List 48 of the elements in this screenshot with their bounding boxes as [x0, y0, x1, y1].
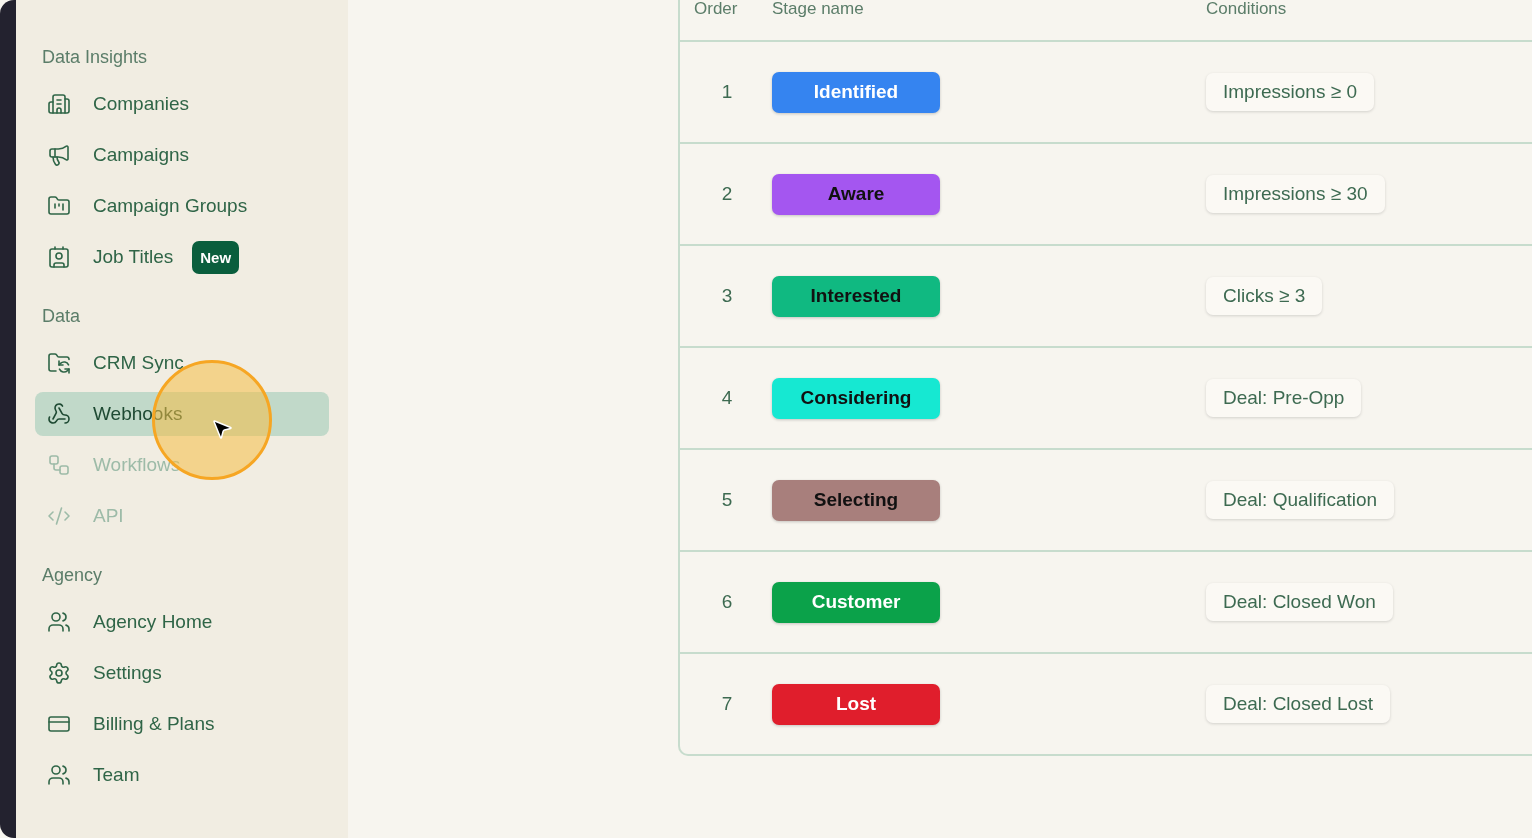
condition-chip: Deal: Qualification — [1206, 481, 1395, 519]
users-icon — [47, 610, 71, 634]
condition-chip: Impressions ≥ 30 — [1206, 175, 1385, 213]
stage-tag: Selecting — [772, 479, 940, 521]
section-heading: Agency — [41, 564, 104, 587]
sidebar-item[interactable]: Campaigns — [35, 133, 329, 177]
stage-tag: Aware — [772, 173, 940, 215]
webhook-icon — [47, 402, 71, 426]
sidebar-item[interactable]: Job Titles New — [35, 235, 329, 279]
stage-tag: Considering — [772, 377, 940, 419]
sidebar-item[interactable]: Companies — [35, 82, 329, 126]
condition-chip: Impressions ≥ 0 — [1206, 73, 1374, 111]
order-number: 4 — [720, 387, 733, 409]
id-card-icon — [47, 245, 71, 269]
condition-chip: Clicks ≥ 3 — [1206, 277, 1323, 315]
settings-icon — [47, 661, 71, 685]
condition-chip: Deal: Closed Lost — [1206, 685, 1390, 723]
sidebar-item[interactable]: Team — [35, 753, 329, 797]
order-number: 1 — [720, 81, 733, 103]
stage-tag: Interested — [772, 275, 940, 317]
workflow-icon — [47, 453, 71, 477]
column-header: Stage name — [772, 0, 865, 18]
sidebar-item[interactable]: Billing & Plans — [35, 702, 329, 746]
order-number: 7 — [720, 693, 733, 715]
code-icon — [47, 504, 71, 528]
stage-tag: Identified — [772, 71, 940, 113]
section-heading: Data — [41, 305, 82, 328]
condition-chip: Deal: Pre-Opp — [1206, 379, 1362, 417]
section-heading: Data Insights — [41, 46, 149, 69]
condition-chip: Deal: Closed Won — [1206, 583, 1393, 621]
building-icon — [47, 92, 71, 116]
stage-tag: Customer — [772, 581, 940, 623]
users-icon — [47, 763, 71, 787]
sidebar-item[interactable]: Settings — [35, 651, 329, 695]
column-header: Order — [693, 0, 739, 18]
new-badge: New — [192, 240, 240, 274]
sidebar-item[interactable]: CRM Sync — [35, 341, 329, 385]
sidebar-item[interactable]: Campaign Groups — [35, 184, 329, 228]
order-number: 3 — [720, 285, 733, 307]
stage-tag: Lost — [772, 683, 940, 725]
megaphone-icon — [47, 143, 71, 167]
folder-sync-icon — [47, 351, 71, 375]
order-number: 5 — [720, 489, 733, 511]
column-header: Conditions — [1206, 0, 1288, 18]
sidebar-item[interactable]: Agency Home — [35, 600, 329, 644]
folder-icon — [47, 194, 71, 218]
order-number: 2 — [720, 183, 733, 205]
order-number: 6 — [720, 591, 733, 613]
